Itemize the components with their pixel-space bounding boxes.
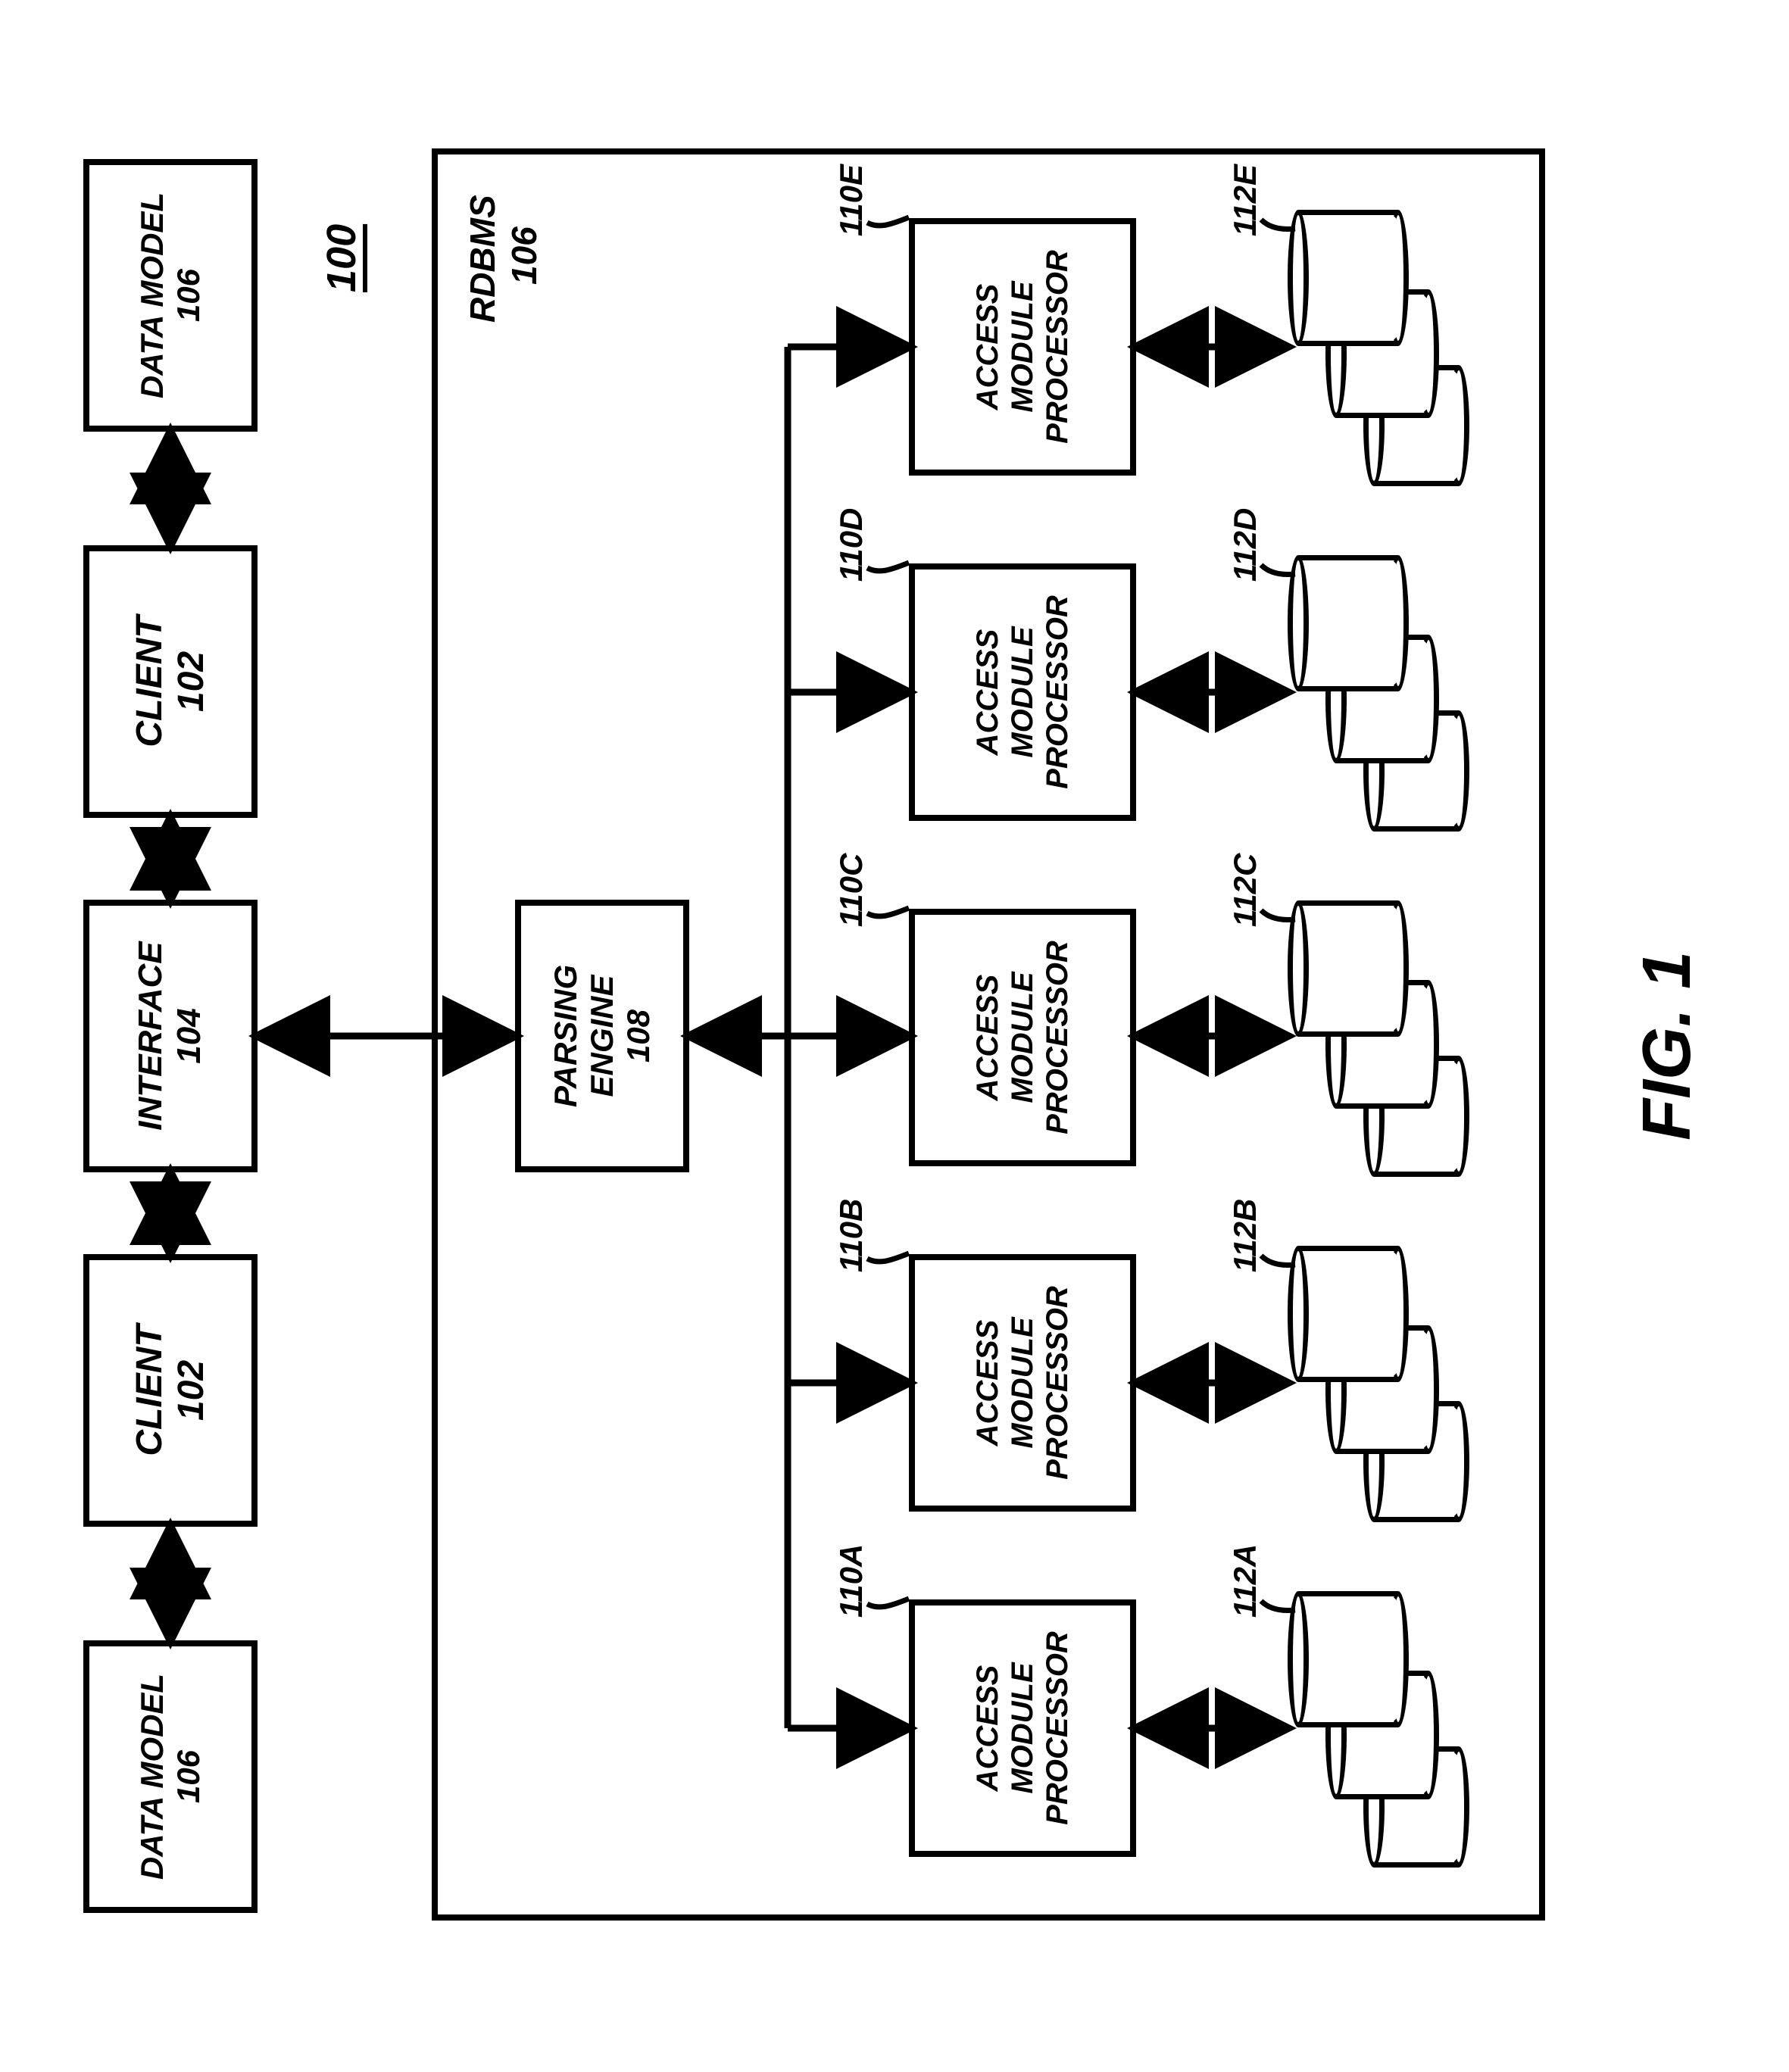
data-model-right-ref: 106 <box>170 269 207 322</box>
interface-title: INTERFACE <box>132 941 170 1130</box>
amp-a-box: ACCESS MODULE PROCESSOR <box>909 1599 1136 1857</box>
amp-d-box: ACCESS MODULE PROCESSOR <box>909 563 1136 821</box>
storage-a-icon <box>1288 1595 1485 1868</box>
store-a-ref: 112A <box>1227 1544 1263 1618</box>
system-ref-label: 100 <box>318 224 365 292</box>
amp-c-title: ACCESS MODULE PROCESSOR <box>970 941 1075 1134</box>
client-right-box: CLIENT 102 <box>83 545 258 818</box>
parsing-engine-box: PARSING ENGINE 108 <box>515 900 689 1172</box>
parsing-engine-ref: 108 <box>620 1009 657 1063</box>
data-model-left-box: DATA MODEL 106 <box>83 1640 258 1913</box>
amp-d-ref: 110D <box>833 508 870 582</box>
rdbms-title: RDBMS <box>462 195 503 323</box>
store-b-ref: 112B <box>1227 1199 1263 1272</box>
amp-b-title: ACCESS MODULE PROCESSOR <box>970 1286 1075 1480</box>
data-model-left-title: DATA MODEL <box>134 1674 170 1880</box>
rdbms-ref: 106 <box>504 226 545 285</box>
parsing-engine-title: PARSING ENGINE <box>548 965 621 1107</box>
client-left-box: CLIENT 102 <box>83 1254 258 1527</box>
amp-b-box: ACCESS MODULE PROCESSOR <box>909 1254 1136 1512</box>
data-model-right-box: DATA MODEL 106 <box>83 159 258 432</box>
amp-e-box: ACCESS MODULE PROCESSOR <box>909 218 1136 476</box>
interface-box: INTERFACE 104 <box>83 900 258 1172</box>
store-c-ref: 112C <box>1227 853 1263 927</box>
storage-e-icon <box>1288 214 1485 486</box>
data-model-right-title: DATA MODEL <box>134 192 170 398</box>
amp-b-ref: 110B <box>833 1199 870 1272</box>
storage-b-icon <box>1288 1250 1485 1522</box>
figure-label: FIG. 1 <box>1628 951 1706 1141</box>
amp-d-title: ACCESS MODULE PROCESSOR <box>970 595 1075 789</box>
client-left-title: CLIENT <box>129 1325 170 1456</box>
client-right-title: CLIENT <box>129 616 170 747</box>
data-model-left-ref: 106 <box>170 1750 207 1803</box>
amp-c-box: ACCESS MODULE PROCESSOR <box>909 909 1136 1166</box>
amp-a-title: ACCESS MODULE PROCESSOR <box>970 1631 1075 1825</box>
interface-ref: 104 <box>170 1008 209 1063</box>
client-right-ref: 102 <box>170 651 212 712</box>
store-e-ref: 112E <box>1227 164 1263 236</box>
figure-canvas: DATA MODEL 106 CLIENT 102 INTERFACE 104 … <box>0 0 1789 2072</box>
store-d-ref: 112D <box>1227 508 1263 582</box>
client-left-ref: 102 <box>170 1360 212 1421</box>
storage-c-icon <box>1288 904 1485 1177</box>
amp-c-ref: 110C <box>833 853 870 927</box>
amp-a-ref: 110A <box>833 1544 870 1618</box>
amp-e-ref: 110E <box>833 164 870 236</box>
amp-e-title: ACCESS MODULE PROCESSOR <box>970 250 1075 444</box>
storage-d-icon <box>1288 559 1485 832</box>
